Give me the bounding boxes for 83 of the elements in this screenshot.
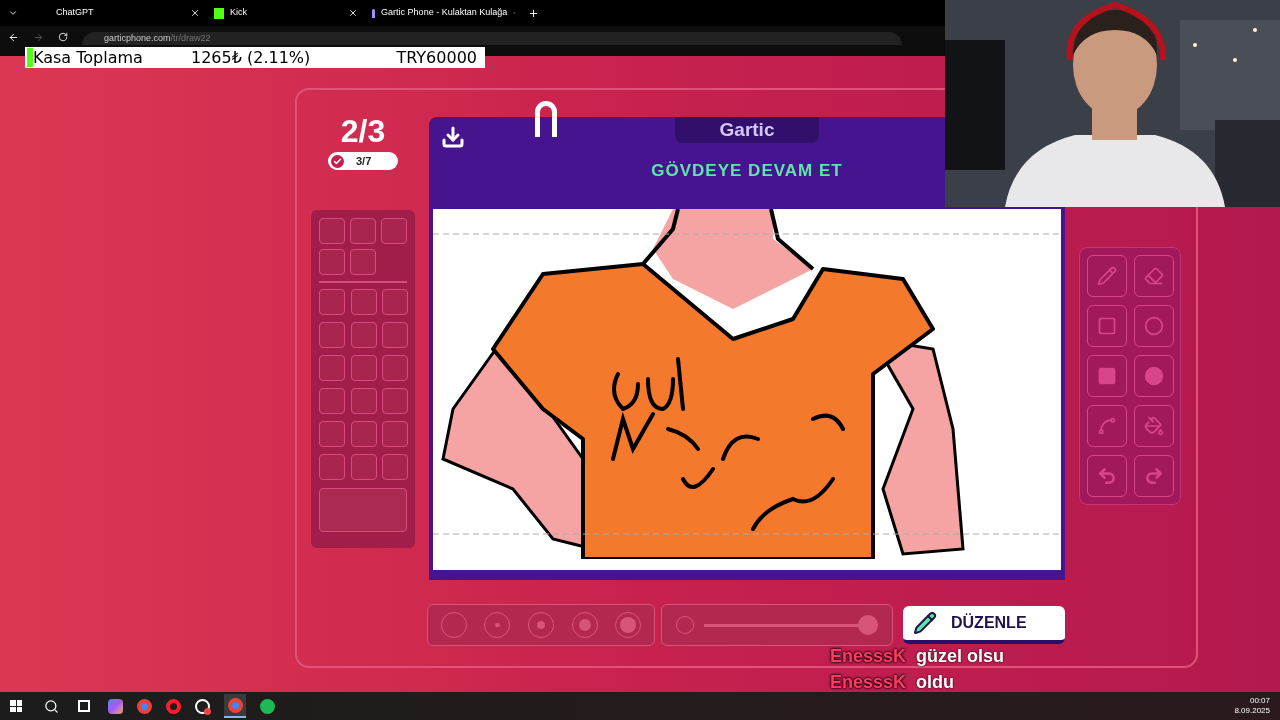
filled-rectangle-tool[interactable] (1086, 355, 1127, 397)
clock-date: 8.09.2025 (1234, 706, 1270, 716)
kick-logo-icon (214, 7, 224, 19)
palette-swatch[interactable] (319, 218, 345, 244)
edit-button[interactable]: DÜZENLE (903, 606, 1065, 644)
filled-ellipse-tool[interactable] (1133, 355, 1174, 397)
chat-message: güzel olsu (916, 646, 1005, 666)
palette-swatch[interactable] (319, 322, 345, 348)
palette-swatch[interactable] (350, 388, 377, 414)
pencil-icon (913, 611, 937, 635)
download-icon[interactable] (441, 125, 465, 149)
browser-tab[interactable]: Kick (206, 0, 364, 26)
rectangle-tool[interactable] (1086, 305, 1127, 347)
eraser-tool[interactable] (1133, 255, 1174, 297)
chat-username: EnesssK (830, 672, 907, 692)
palette-swatch[interactable] (382, 322, 409, 348)
palette-swatch[interactable] (382, 454, 409, 480)
prompt-title: GÖVDEYE DEVAM ET (651, 160, 843, 182)
redo-button[interactable] (1133, 455, 1174, 497)
chat-message: oldu (916, 672, 955, 692)
task-view-icon[interactable] (78, 700, 90, 712)
tab-list-icon[interactable] (8, 8, 18, 18)
palette-swatch[interactable] (350, 289, 377, 315)
palette-swatch[interactable] (319, 355, 345, 381)
palette-swatch[interactable] (350, 218, 376, 244)
pencil-icon (1096, 266, 1117, 286)
fill-tool[interactable] (1133, 405, 1174, 447)
redo-icon (1143, 466, 1164, 486)
palette-swatch[interactable] (350, 355, 377, 381)
palette-swatch[interactable] (319, 289, 345, 315)
chrome-icon[interactable] (224, 694, 246, 718)
slider-thumb[interactable] (858, 615, 878, 635)
back-icon[interactable] (8, 32, 19, 43)
address-bar[interactable]: garticphone.com/tr/draw22 (82, 32, 902, 45)
accent-bar (27, 48, 33, 67)
filled-square-icon (1096, 366, 1117, 386)
palette-swatch[interactable] (350, 421, 377, 447)
line-icon (1096, 416, 1117, 436)
gauge-icon[interactable] (195, 698, 210, 714)
forward-icon[interactable] (33, 32, 44, 43)
new-tab-icon[interactable] (528, 7, 539, 19)
palette-swatch[interactable] (319, 454, 345, 480)
goal-amount: 1265₺ (2.11%) (191, 46, 312, 69)
windows-start-icon[interactable] (10, 700, 22, 712)
completed-badge: 3/7 (328, 152, 398, 170)
clock-time: 00:07 (1249, 696, 1270, 706)
chat-username: EnesssK (830, 646, 907, 666)
eraser-icon (1143, 266, 1164, 286)
palette-swatch[interactable] (319, 388, 345, 414)
browser-tab[interactable]: Gartic Phone - Kulaktan Kulağa (364, 0, 522, 26)
check-icon (331, 154, 344, 168)
undo-icon (1096, 466, 1117, 486)
palette-swatch[interactable] (350, 249, 376, 275)
reload-icon[interactable] (58, 32, 68, 42)
pencil-tool[interactable] (1086, 255, 1127, 297)
chrome-icon[interactable] (137, 698, 152, 714)
palette-swatch[interactable] (319, 421, 345, 447)
filled-circle-icon (1143, 366, 1164, 386)
paint-bucket-icon (1143, 416, 1164, 436)
square-icon (1096, 316, 1117, 336)
circle-icon (1143, 316, 1164, 336)
line-tool[interactable] (1086, 405, 1127, 447)
opera-icon[interactable] (166, 698, 181, 714)
round-counter: 2/3 (340, 112, 386, 150)
palette-swatch[interactable] (319, 488, 407, 532)
palette-swatch[interactable] (381, 218, 407, 244)
palette-swatch[interactable] (382, 289, 409, 315)
undo-button[interactable] (1086, 455, 1127, 497)
opacity-slider[interactable] (661, 604, 893, 646)
palette-swatch[interactable] (382, 355, 409, 381)
search-icon[interactable] (44, 698, 59, 714)
browser-tab[interactable]: ChatGPT (48, 0, 206, 26)
copilot-icon[interactable] (108, 698, 123, 714)
ellipse-tool[interactable] (1133, 305, 1174, 347)
palette-swatch[interactable] (350, 454, 377, 480)
palette-swatch[interactable] (350, 322, 377, 348)
goal-label: Kasa Toplama (33, 46, 144, 69)
binder-ring-icon (535, 101, 557, 137)
goal-target: TRY60000 (395, 46, 477, 69)
palette-swatch[interactable] (382, 421, 409, 447)
spotify-icon[interactable] (260, 698, 275, 714)
palette-swatch[interactable] (382, 388, 409, 414)
palette-swatch[interactable] (319, 249, 345, 275)
